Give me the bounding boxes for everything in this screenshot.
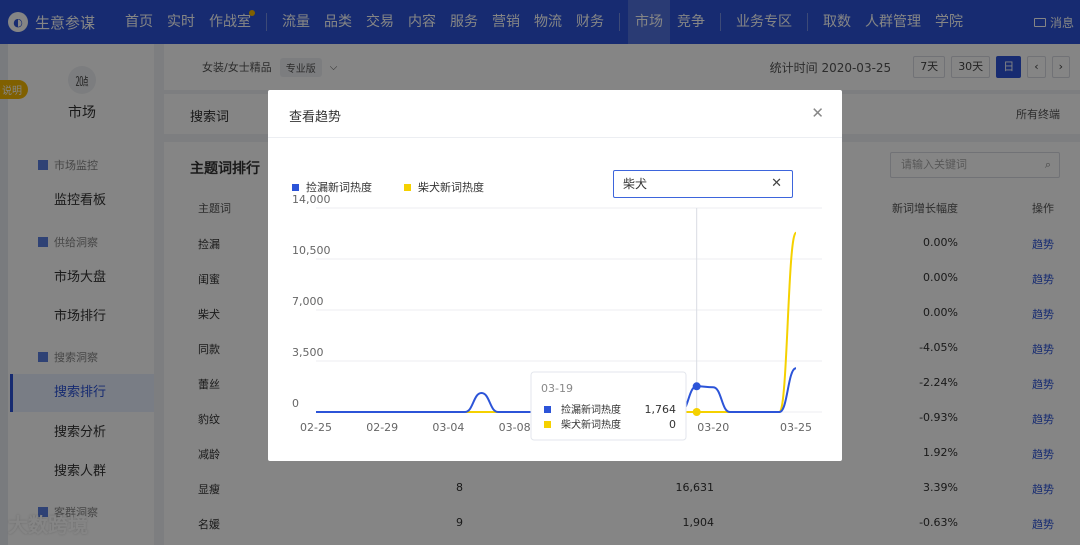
x-tick-label: 03-08 — [499, 421, 531, 434]
tooltip-series-value: 1,764 — [645, 403, 677, 416]
modal-header: 查看趋势 ✕ — [268, 90, 842, 138]
highlight-point — [692, 382, 701, 391]
y-tick-label: 14,000 — [292, 193, 331, 206]
x-tick-label: 03-20 — [697, 421, 729, 434]
x-tick-label: 03-25 — [780, 421, 812, 434]
y-tick-label: 3,500 — [292, 346, 324, 359]
x-tick-label: 02-29 — [366, 421, 398, 434]
tooltip-swatch — [544, 421, 551, 428]
x-tick-label: 03-04 — [432, 421, 464, 434]
tooltip-series-value: 0 — [669, 418, 676, 431]
trend-modal: 查看趋势 ✕ 捡漏新词热度 柴犬新词热度 柴犬 ✕ 14,000 10,500 7,… — [268, 90, 842, 461]
y-tick-label: 7,000 — [292, 295, 324, 308]
y-tick-label: 10,500 — [292, 244, 331, 257]
tooltip-series-name: 柴犬新词热度 — [561, 418, 621, 431]
close-icon[interactable]: ✕ — [811, 104, 824, 122]
tooltip-swatch — [544, 406, 551, 413]
tooltip-date: 03-19 — [541, 382, 573, 395]
trend-chart[interactable]: 14,00010,5007,0003,500002-25 02-29 03-04 03… — [268, 138, 842, 461]
x-tick-label: 02-25 — [300, 421, 332, 434]
y-tick-label: 0 — [292, 397, 299, 410]
highlight-point — [692, 408, 701, 416]
modal-title: 查看趋势 — [289, 110, 342, 125]
tooltip-series-name: 捡漏新词热度 — [561, 403, 621, 416]
